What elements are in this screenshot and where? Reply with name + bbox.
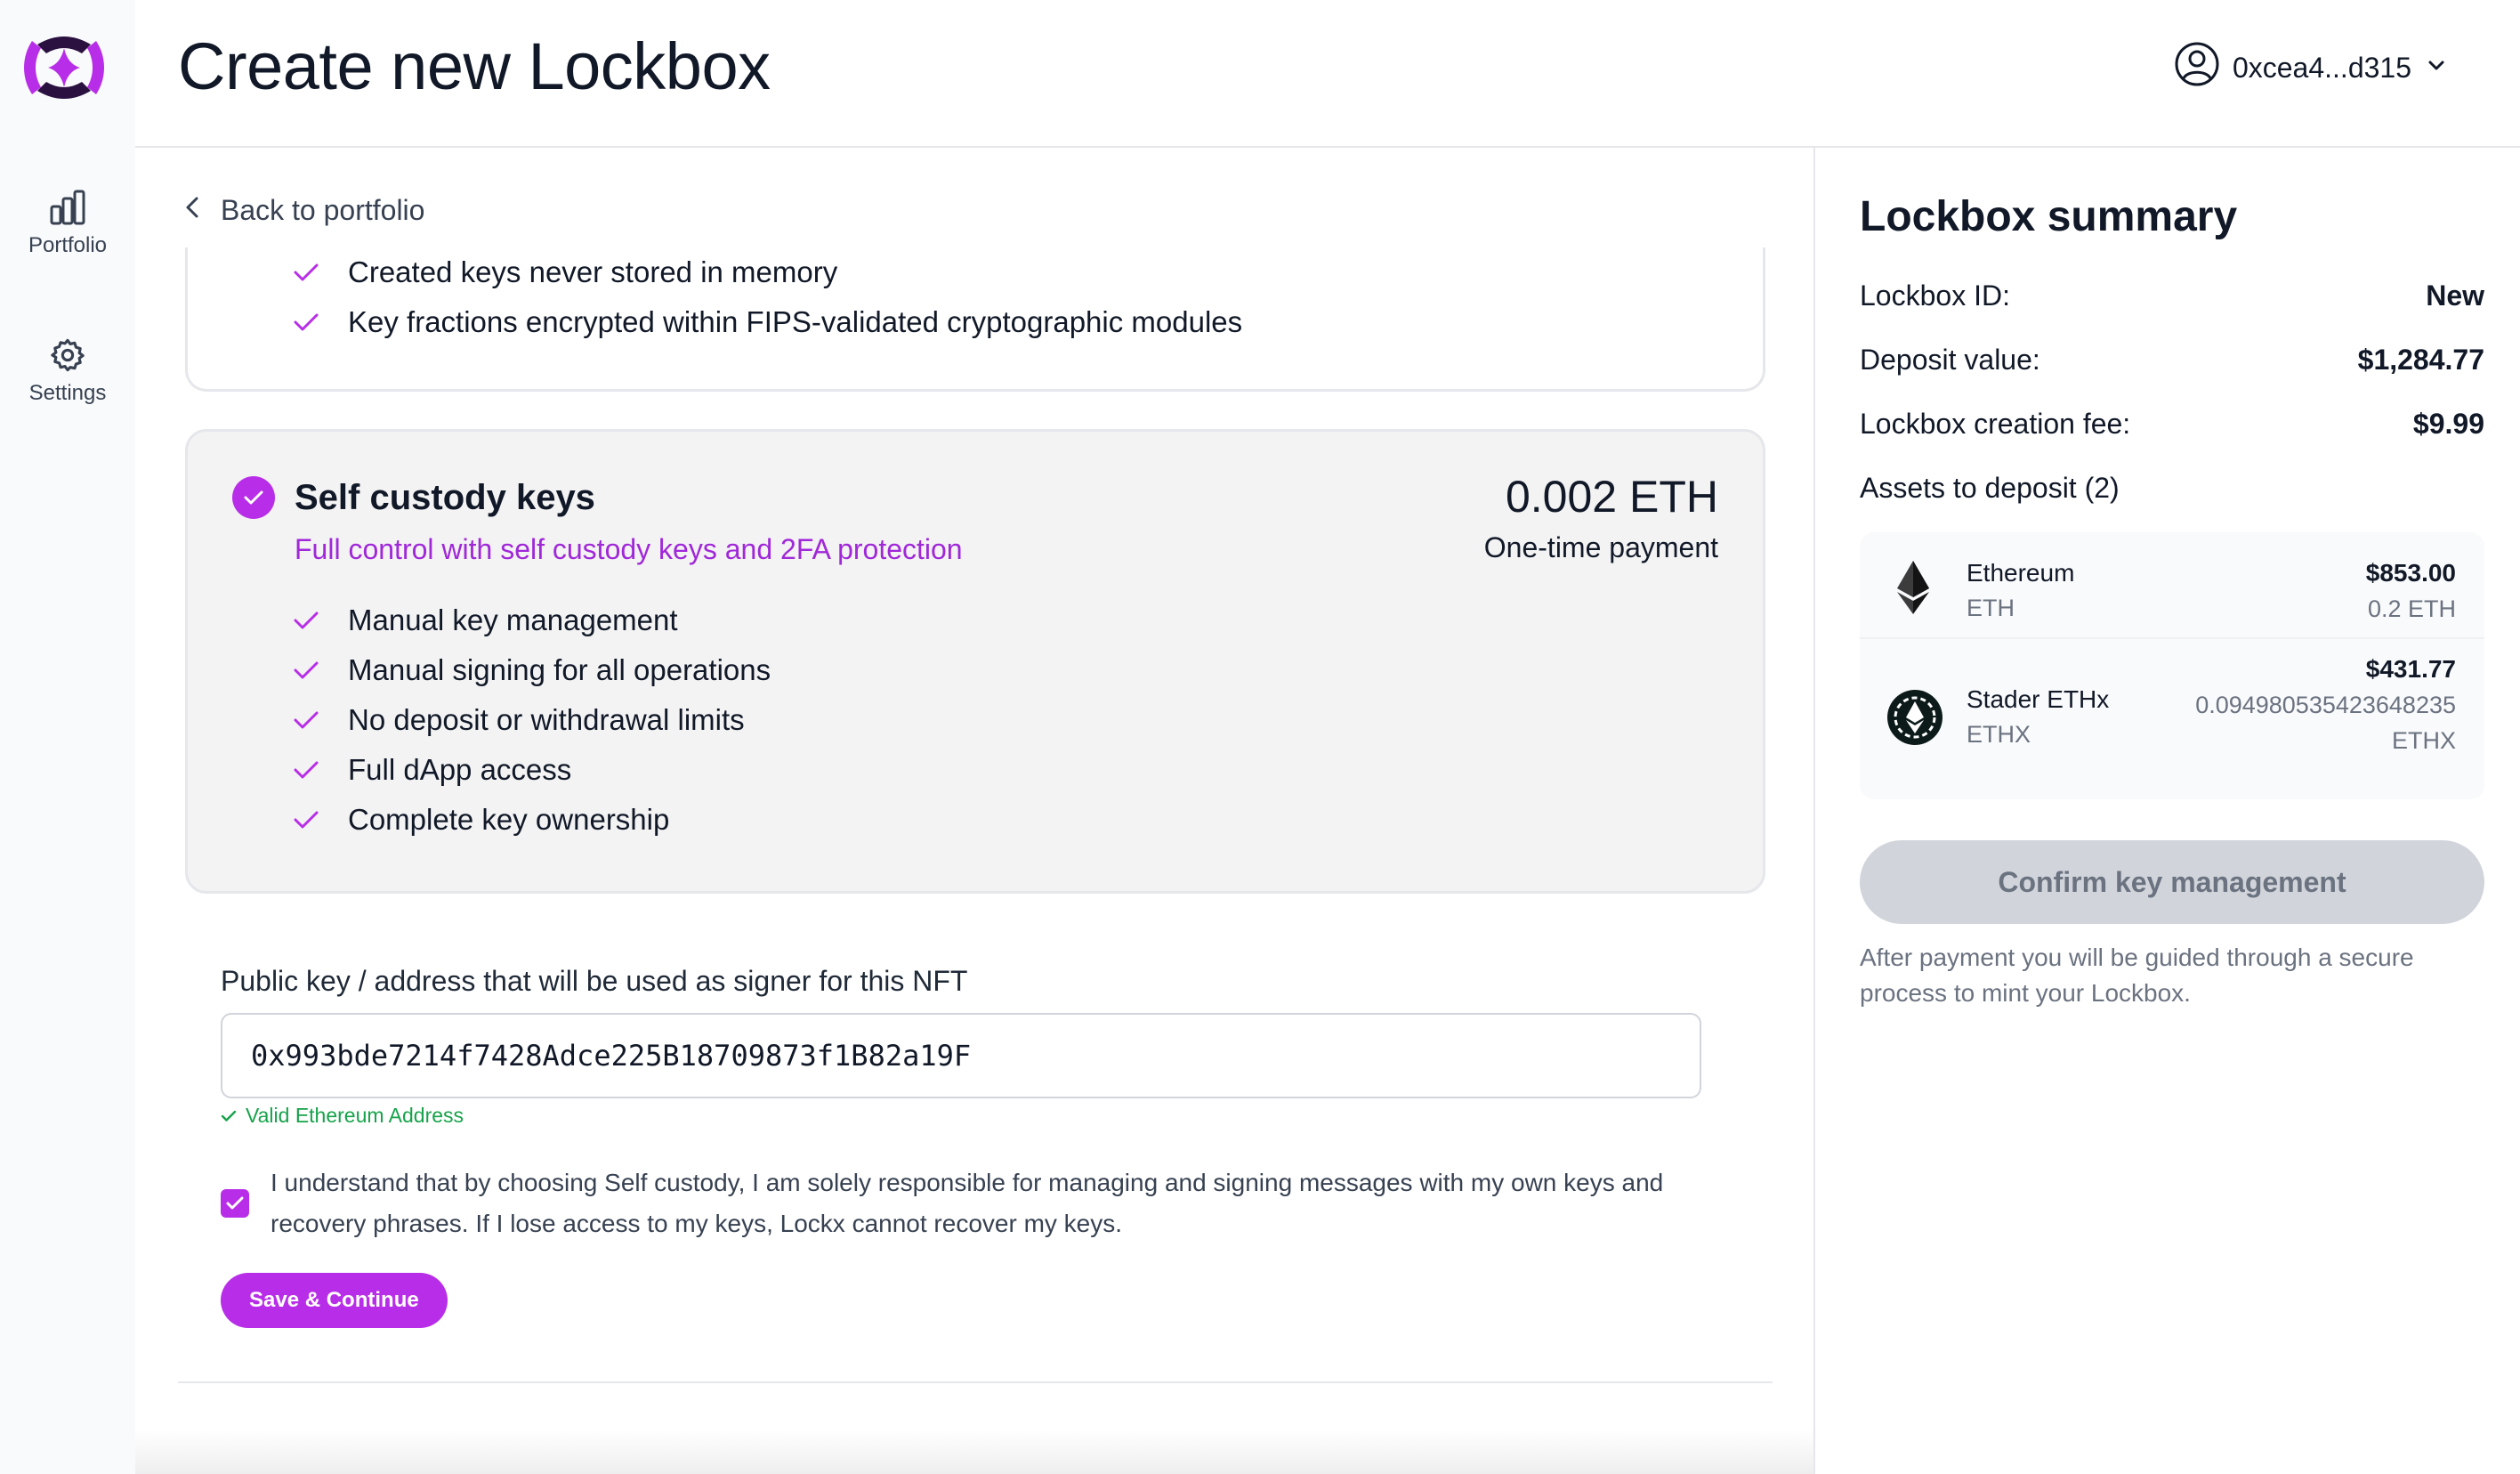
option-price: 0.002 ETH bbox=[1505, 472, 1718, 522]
signer-address-input[interactable] bbox=[221, 1013, 1701, 1098]
feature-item: Manual signing for all operations bbox=[293, 645, 771, 695]
lockbox-summary-panel: Lockbox summary Lockbox ID: New Deposit … bbox=[1813, 148, 2520, 1474]
option-price-note: One-time payment bbox=[1483, 531, 1718, 563]
check-icon bbox=[293, 710, 323, 730]
nav-item-label: Portfolio bbox=[28, 233, 108, 257]
main-content: Back to portfolio Created keys never sto… bbox=[135, 148, 1815, 1474]
summary-row-lockbox-id: Lockbox ID: New bbox=[1860, 279, 2484, 312]
summary-label: Deposit value: bbox=[1860, 344, 2040, 376]
asset-name: Ethereum bbox=[1967, 559, 2075, 587]
summary-row-creation-fee: Lockbox creation fee: $9.99 bbox=[1860, 408, 2484, 441]
check-icon bbox=[293, 611, 323, 630]
back-link-label: Back to portfolio bbox=[221, 194, 425, 226]
summary-title: Lockbox summary bbox=[1860, 193, 2238, 240]
page-title: Create new Lockbox bbox=[178, 29, 771, 103]
summary-value: New bbox=[2426, 279, 2484, 312]
signer-address-label: Public key / address that will be used a… bbox=[221, 965, 968, 997]
assets-to-deposit-label: Assets to deposit (2) bbox=[1860, 472, 2120, 504]
feature-item: Complete key ownership bbox=[293, 795, 771, 845]
nav-item-label: Settings bbox=[28, 381, 107, 405]
valid-message-text: Valid Ethereum Address bbox=[246, 1104, 464, 1127]
feature-item: Key fractions encrypted within FIPS-vali… bbox=[293, 297, 1242, 347]
summary-label: Lockbox ID: bbox=[1860, 279, 2010, 312]
check-icon bbox=[293, 263, 323, 282]
custody-option-card-self[interactable]: Self custody keys Full control with self… bbox=[185, 429, 1765, 894]
summary-row-deposit-value: Deposit value: $1,284.77 bbox=[1860, 344, 2484, 377]
save-continue-button[interactable]: Save & Continue bbox=[221, 1273, 448, 1328]
check-icon bbox=[293, 312, 323, 332]
check-icon bbox=[293, 810, 323, 830]
check-icon bbox=[221, 1104, 237, 1128]
confirm-key-management-button[interactable]: Confirm key management bbox=[1860, 840, 2484, 924]
lockx-logo-icon[interactable] bbox=[20, 32, 109, 103]
chevron-down-icon bbox=[2424, 52, 2449, 85]
asset-name: Stader ETHx bbox=[1967, 685, 2110, 713]
user-avatar-icon bbox=[2174, 41, 2220, 94]
option-title: Self custody keys bbox=[295, 478, 595, 517]
feature-label: Created keys never stored in memory bbox=[348, 255, 838, 288]
asset-usd-value: $431.77 bbox=[2365, 655, 2456, 683]
feature-item: Created keys never stored in memory bbox=[293, 247, 1242, 297]
gear-icon bbox=[0, 336, 135, 374]
ethereum-icon bbox=[1886, 559, 1940, 620]
check-icon bbox=[293, 760, 323, 780]
feature-label: Full dApp access bbox=[348, 753, 572, 786]
asset-amount: 0.2 ETH bbox=[2367, 595, 2456, 622]
consent-text: I understand that by choosing Self custo… bbox=[271, 1169, 1664, 1237]
account-address: 0xcea4...d315 bbox=[2232, 51, 2411, 84]
feature-list: Manual key management Manual signing for… bbox=[293, 595, 771, 845]
asset-row-ethereum: Ethereum ETH $853.00 0.2 ETH bbox=[1860, 532, 2484, 639]
summary-value: $9.99 bbox=[2412, 408, 2484, 440]
footer-shade bbox=[135, 1429, 1815, 1474]
address-valid-message: Valid Ethereum Address bbox=[221, 1104, 464, 1128]
confirm-note: After payment you will be guided through… bbox=[1860, 944, 2414, 1007]
asset-symbol: ETHX bbox=[1967, 721, 2031, 748]
custody-option-card-managed[interactable]: Created keys never stored in memory Key … bbox=[185, 247, 1765, 392]
asset-symbol: ETH bbox=[1967, 595, 2015, 621]
nav-item-settings[interactable]: Settings bbox=[0, 336, 135, 406]
feature-label: Complete key ownership bbox=[348, 803, 670, 836]
bar-chart-icon bbox=[0, 189, 135, 226]
summary-value: $1,284.77 bbox=[2357, 344, 2484, 376]
assets-list: Ethereum ETH $853.00 0.2 ETH Stader ETHx… bbox=[1860, 532, 2484, 799]
check-icon bbox=[293, 660, 323, 680]
feature-item: Manual key management bbox=[293, 595, 771, 645]
asset-amount: 0.094980535423648235 ETHX bbox=[2195, 692, 2456, 754]
back-to-portfolio-link[interactable]: Back to portfolio bbox=[183, 194, 424, 227]
feature-label: Manual key management bbox=[348, 603, 678, 636]
option-subtitle: Full control with self custody keys and … bbox=[295, 533, 963, 565]
feature-list: Created keys never stored in memory Key … bbox=[293, 247, 1242, 347]
account-menu[interactable]: 0xcea4...d315 bbox=[2174, 41, 2449, 94]
stader-ethx-icon bbox=[1886, 689, 1943, 750]
asset-row-stader-ethx: Stader ETHx ETHX $431.77 0.0949805354236… bbox=[1860, 639, 2484, 799]
feature-label: No deposit or withdrawal limits bbox=[348, 703, 745, 736]
left-nav: Portfolio Settings bbox=[0, 0, 135, 1474]
divider bbox=[178, 1381, 1773, 1383]
chevron-left-icon bbox=[183, 194, 201, 227]
feature-item: Full dApp access bbox=[293, 745, 771, 795]
summary-label: Lockbox creation fee: bbox=[1860, 408, 2131, 440]
feature-label: Key fractions encrypted within FIPS-vali… bbox=[348, 305, 1243, 338]
asset-usd-value: $853.00 bbox=[2365, 559, 2456, 587]
feature-label: Manual signing for all operations bbox=[348, 653, 771, 686]
page-header: Create new Lockbox 0xcea4...d315 bbox=[135, 0, 2520, 148]
feature-item: No deposit or withdrawal limits bbox=[293, 695, 771, 745]
consent-checkbox[interactable] bbox=[221, 1189, 249, 1218]
selected-check-icon bbox=[232, 476, 275, 519]
nav-item-portfolio[interactable]: Portfolio bbox=[0, 189, 135, 258]
